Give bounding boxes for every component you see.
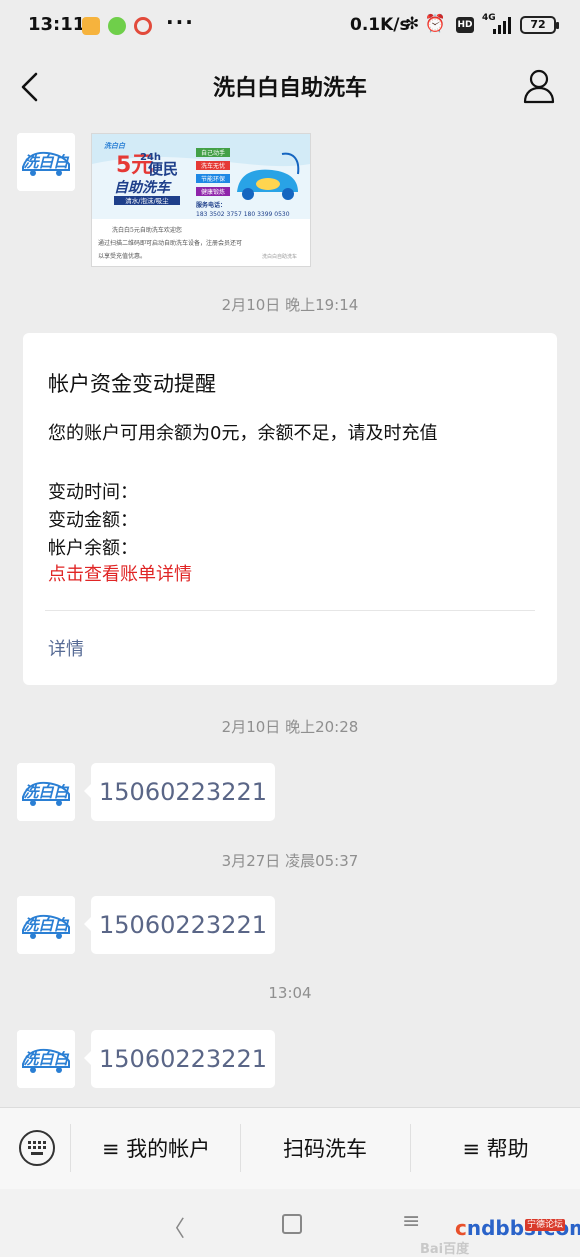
svg-text:洗白白: 洗白白: [104, 141, 126, 150]
promo-caption: 洗白白5元自助洗车欢迎您: [112, 226, 182, 234]
message-bubble[interactable]: 15060223221: [84, 896, 275, 954]
chat-timestamp: 13:04: [268, 984, 312, 1002]
more-notifications-icon: ···: [166, 10, 195, 34]
sender-avatar[interactable]: 洗白白: [17, 1030, 75, 1088]
notice-change-amount: 变动金额：: [48, 510, 138, 531]
view-bill-link[interactable]: 点击查看账单详情: [48, 560, 192, 586]
promo-phone-label: 服务电话：: [196, 201, 226, 209]
watermark-badge: 宁德论坛: [525, 1219, 565, 1231]
system-home-icon[interactable]: [282, 1214, 302, 1234]
promo-phones: 183 3502 3757 180 3399 0530: [196, 211, 290, 218]
promo-tag: 自己动手: [201, 149, 225, 157]
weibo-app-icon: [134, 17, 152, 35]
battery-icon: 72: [520, 16, 559, 34]
svg-text:洗白白: 洗白白: [23, 916, 69, 934]
svg-text:洗白白: 洗白白: [23, 1050, 69, 1068]
sender-avatar[interactable]: 洗白白: [17, 133, 75, 191]
notice-title: 帐户资金变动提醒: [48, 372, 216, 396]
play-app-icon: [108, 17, 126, 35]
keyboard-icon[interactable]: [18, 1129, 56, 1167]
bottom-menu: ≡ 我的帐户 扫码洗车 ≡ 帮助: [0, 1107, 580, 1190]
status-time: 13:11: [28, 14, 86, 35]
promo-image[interactable]: 洗白白 5元 24h 便民 自助洗车 清水/泡沫/吸尘 自己动手 洗车无忧 节能…: [91, 133, 311, 267]
card-divider: [45, 610, 535, 611]
chat-timestamp: 2月10日 晚上19:14: [221, 296, 359, 314]
svg-text:洗白白: 洗白白: [23, 153, 69, 171]
brand-logo-icon: 洗白白: [17, 133, 75, 191]
menu-scan-wash[interactable]: 扫码洗车: [241, 1108, 409, 1190]
signal-icon: [493, 16, 511, 34]
system-back-icon[interactable]: 〈: [163, 1211, 185, 1243]
promo-services: 清水/泡沫/吸尘: [125, 196, 169, 205]
notice-body: 您的账户可用余额为0元，余额不足，请及时充值: [48, 423, 438, 444]
promo-headline2: 自助洗车: [114, 179, 172, 196]
brand-logo-icon: 洗白白: [17, 1030, 75, 1088]
network-speed: 0.1K/s: [350, 15, 410, 35]
status-bar: 13:11 ··· 0.1K/s ✻ ⏰ HD 4G 72: [0, 0, 580, 52]
system-menu-icon[interactable]: ≡: [402, 1209, 420, 1234]
notice-balance: 帐户余额：: [48, 538, 138, 559]
message-bubble[interactable]: 15060223221: [84, 1030, 275, 1088]
promo-caption: 通过扫描二维码即可启动自助洗车设备，注册会员还可: [98, 239, 242, 247]
promo-tag: 健康锻炼: [201, 188, 225, 196]
nav-bar: 洗白白自助洗车: [0, 52, 580, 122]
chat-timestamp: 2月10日 晚上20:28: [221, 718, 359, 736]
promo-headline1: 便民: [148, 160, 178, 178]
promo-caption: 以享受充值优惠。: [98, 252, 146, 260]
notice-card[interactable]: 帐户资金变动提醒 您的账户可用余额为0元，余额不足，请及时充值 变动时间： 变动…: [23, 333, 557, 685]
notice-details-link[interactable]: 详情: [48, 635, 84, 661]
promo-credit: 洗白白自助洗车: [262, 253, 297, 260]
promo-tag: 洗车无忧: [201, 162, 225, 170]
watermark-baidu: Bai百度: [420, 1242, 470, 1257]
chat-timestamp: 3月27日 凌晨05:37: [221, 852, 359, 870]
message-bubble[interactable]: 15060223221: [84, 763, 275, 821]
notice-change-time: 变动时间：: [48, 482, 138, 503]
menu-divider: [70, 1124, 71, 1172]
hd-icon: HD: [456, 17, 474, 33]
sender-avatar[interactable]: 洗白白: [17, 763, 75, 821]
brand-logo-icon: 洗白白: [17, 896, 75, 954]
profile-icon[interactable]: [522, 68, 556, 104]
notification-app-icon: [82, 17, 100, 35]
bluetooth-alarm-icons: ✻ ⏰: [405, 14, 446, 34]
menu-my-account[interactable]: ≡ 我的帐户: [72, 1108, 240, 1190]
page-title: 洗白白自助洗车: [212, 76, 367, 101]
menu-help[interactable]: ≡ 帮助: [411, 1108, 580, 1190]
brand-logo-icon: 洗白白: [17, 763, 75, 821]
sender-avatar[interactable]: 洗白白: [17, 896, 75, 954]
promo-tag: 节能环保: [201, 175, 225, 183]
svg-text:洗白白: 洗白白: [23, 783, 69, 801]
